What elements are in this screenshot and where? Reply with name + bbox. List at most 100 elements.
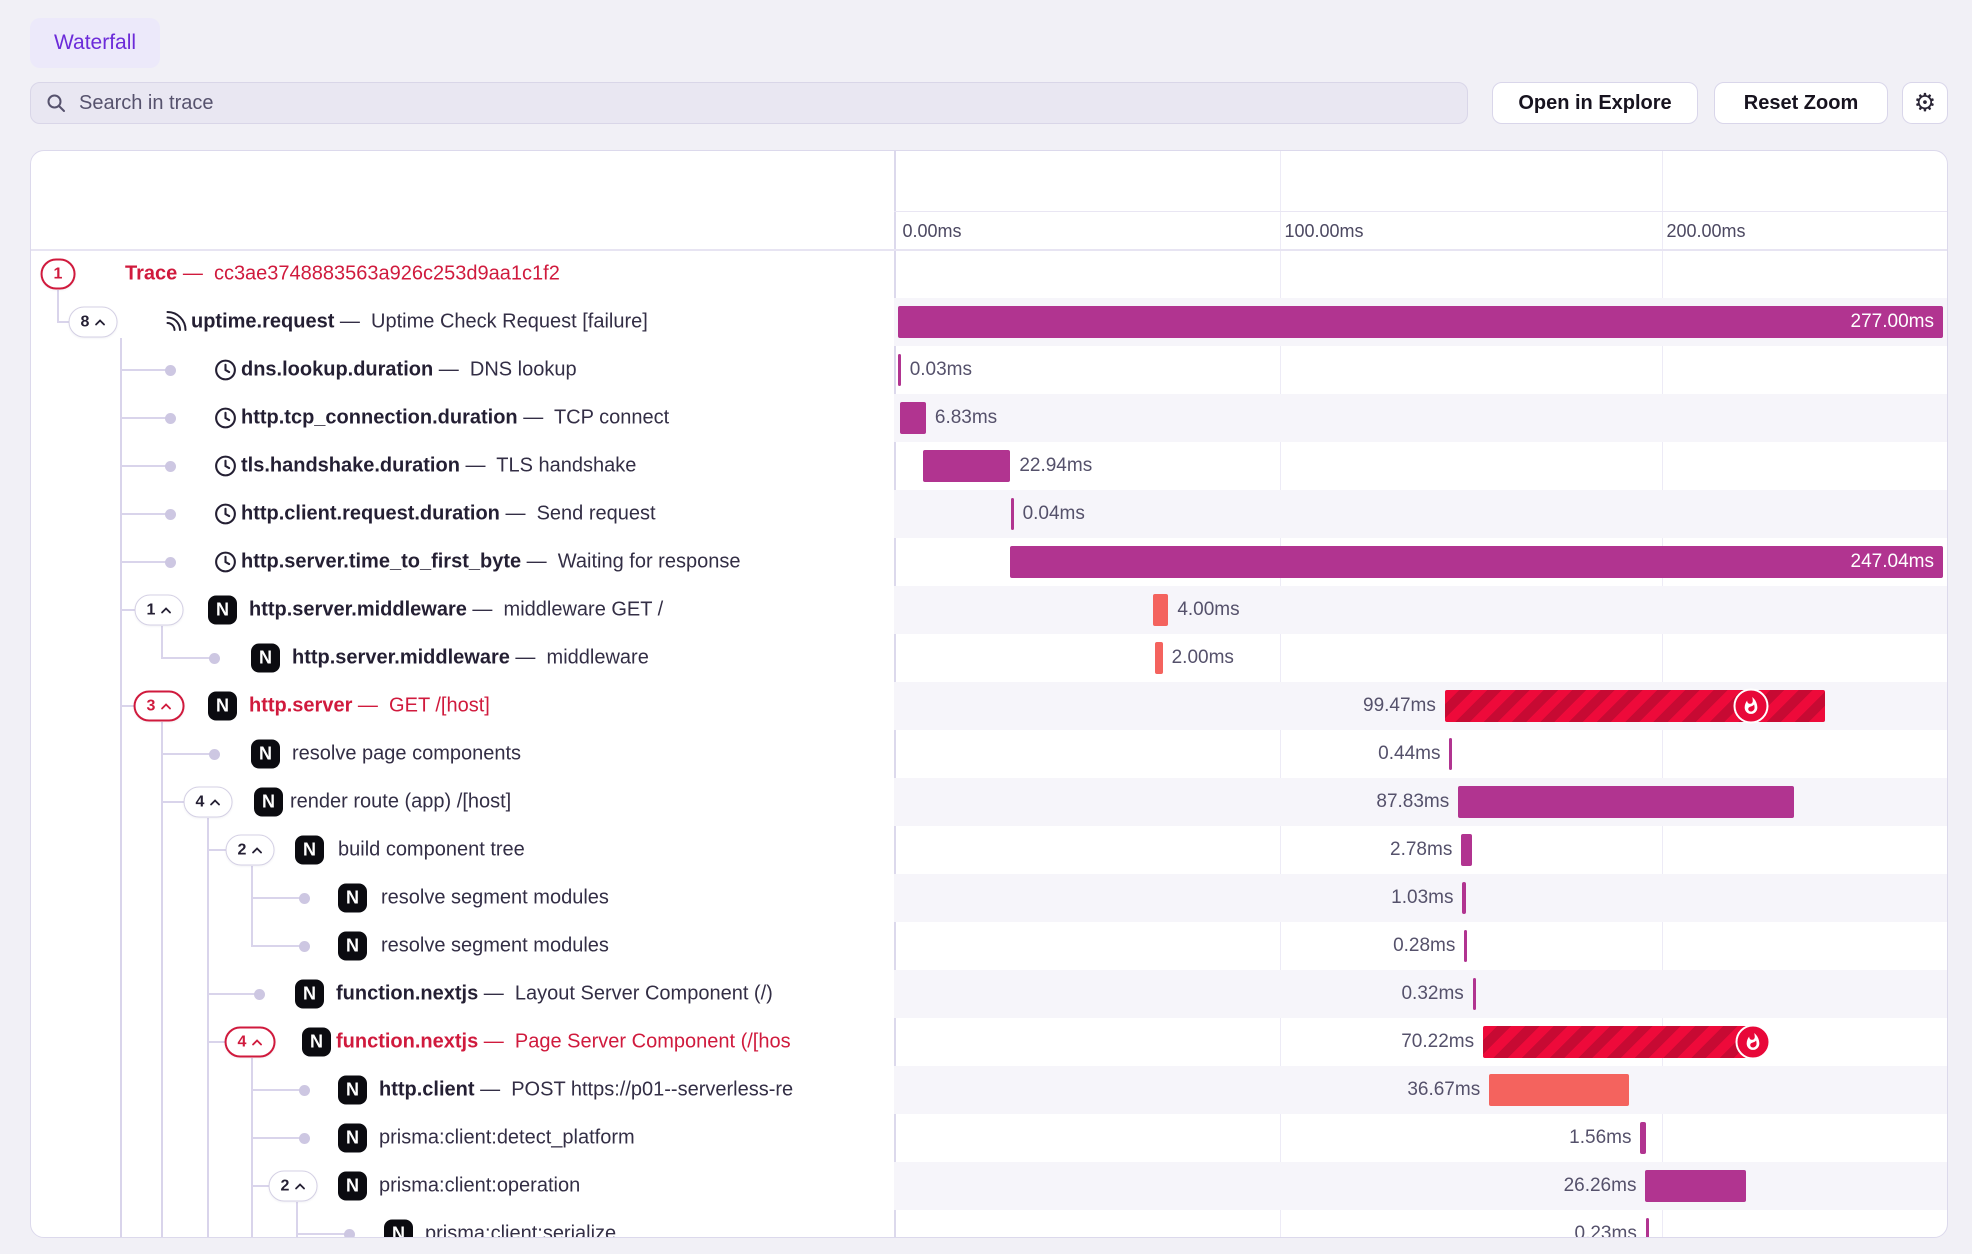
waterfall-row[interactable]: 1.56ms — [894, 1114, 1947, 1162]
span-duration-bar[interactable] — [923, 450, 1011, 482]
span-duration-bar[interactable] — [1646, 1218, 1649, 1238]
span-duration-bar[interactable] — [900, 402, 926, 434]
span-duration-bar[interactable] — [1473, 978, 1476, 1010]
span-icon-slot: N — [302, 1028, 331, 1057]
waterfall-row[interactable]: 0.04ms — [894, 490, 1947, 538]
badge-count: 8 — [81, 313, 90, 331]
settings-button[interactable]: ⚙ — [1902, 82, 1948, 124]
span-duration-bar[interactable] — [1462, 882, 1466, 914]
nextjs-icon: N — [338, 1172, 367, 1201]
waterfall-row[interactable] — [894, 250, 1947, 298]
duration-label: 0.04ms — [1023, 503, 1085, 525]
span-duration-bar[interactable] — [1153, 594, 1168, 626]
span-title: http.client.request.duration — Send requ… — [241, 503, 656, 526]
tree-leaf-dot — [165, 413, 176, 424]
span-tree-row[interactable]: dns.lookup.duration — DNS lookup — [31, 346, 894, 394]
span-tree-row[interactable]: 8uptime.request — Uptime Check Request [… — [31, 298, 894, 346]
span-count-badge[interactable]: 2 — [226, 835, 275, 866]
span-icon-slot: N — [338, 884, 367, 913]
span-tree-row[interactable]: 1Nhttp.server.middleware — middleware GE… — [31, 586, 894, 634]
span-duration-bar[interactable] — [1449, 738, 1452, 770]
tab-waterfall[interactable]: Waterfall — [30, 18, 160, 68]
span-count-badge[interactable]: 8 — [69, 307, 118, 338]
span-duration-bar[interactable] — [1489, 1074, 1629, 1106]
span-count-badge[interactable]: 4 — [184, 787, 233, 818]
waterfall-row[interactable]: 87.83ms — [894, 778, 1947, 826]
trace-search[interactable] — [30, 82, 1468, 124]
span-count-badge[interactable]: 1 — [135, 595, 184, 626]
span-tree-row[interactable]: Nhttp.server.middleware — middleware — [31, 634, 894, 682]
span-duration-bar[interactable] — [1458, 786, 1794, 818]
waterfall-row[interactable]: 99.47ms — [894, 682, 1947, 730]
span-duration-bar[interactable] — [1461, 834, 1472, 866]
span-tree-row[interactable]: tls.handshake.duration — TLS handshake — [31, 442, 894, 490]
span-count-badge[interactable]: 4 — [225, 1027, 276, 1058]
waterfall-row[interactable]: 247.04ms — [894, 538, 1947, 586]
waterfall-row[interactable]: 26.26ms — [894, 1162, 1947, 1210]
span-tree-row[interactable]: http.tcp_connection.duration — TCP conne… — [31, 394, 894, 442]
span-op-name: function.nextjs — [336, 983, 478, 1005]
span-tree-row[interactable]: 1Trace — cc3ae3748883563a926c253d9aa1c1f… — [31, 250, 894, 298]
separator: — — [518, 407, 554, 429]
duration-label: 0.32ms — [1401, 983, 1463, 1005]
separator: — — [478, 983, 515, 1005]
span-tree-row[interactable]: 2Nprisma:client:operation — [31, 1162, 894, 1210]
span-duration-bar[interactable] — [1640, 1122, 1646, 1154]
span-duration-bar[interactable] — [1155, 642, 1163, 674]
clock-icon — [213, 454, 238, 479]
tree-branch-line — [251, 1137, 305, 1139]
span-icon-slot: N — [338, 1172, 367, 1201]
waterfall-row[interactable]: 22.94ms — [894, 442, 1947, 490]
span-duration-bar[interactable] — [898, 354, 901, 386]
span-duration-bar[interactable] — [1011, 498, 1014, 530]
fire-indicator-icon[interactable] — [1736, 1025, 1771, 1060]
span-count-badge[interactable]: 3 — [134, 691, 185, 722]
span-tree-row[interactable]: 4Nrender route (app) /[host] — [31, 778, 894, 826]
span-tree-row[interactable]: Nhttp.client — POST https://p01--serverl… — [31, 1066, 894, 1114]
reset-zoom-button[interactable]: Reset Zoom — [1714, 82, 1888, 124]
waterfall-row[interactable]: 0.03ms — [894, 346, 1947, 394]
search-input[interactable] — [77, 91, 1453, 116]
span-title: prisma:client:detect_platform — [379, 1127, 635, 1150]
tree-leaf-dot — [165, 509, 176, 520]
waterfall-row[interactable]: 0.44ms — [894, 730, 1947, 778]
waterfall-row[interactable]: 2.00ms — [894, 634, 1947, 682]
span-count-badge[interactable]: 1 — [41, 259, 76, 290]
waterfall-row[interactable]: 36.67ms — [894, 1066, 1947, 1114]
nextjs-icon: N — [208, 692, 237, 721]
waterfall-row[interactable]: 0.28ms — [894, 922, 1947, 970]
waterfall-row[interactable]: 1.03ms — [894, 874, 1947, 922]
waterfall-row[interactable]: 4.00ms — [894, 586, 1947, 634]
span-tree-row[interactable]: Nresolve segment modules — [31, 922, 894, 970]
span-count-badge[interactable]: 2 — [269, 1171, 318, 1202]
span-duration-bar[interactable] — [1645, 1170, 1745, 1202]
span-op-name: uptime.request — [191, 311, 334, 333]
span-icon-slot — [213, 358, 238, 383]
waterfall-row[interactable]: 70.22ms — [894, 1018, 1947, 1066]
span-title: tls.handshake.duration — TLS handshake — [241, 455, 636, 478]
duration-label: 1.56ms — [1569, 1127, 1631, 1149]
waterfall-row[interactable]: 2.78ms — [894, 826, 1947, 874]
span-description: Send request — [537, 503, 656, 525]
span-tree-row[interactable]: Nresolve segment modules — [31, 874, 894, 922]
tree-leaf-dot — [299, 893, 310, 904]
tree-branch-line — [251, 1089, 305, 1091]
open-in-explore-button[interactable]: Open in Explore — [1492, 82, 1698, 124]
span-tree-row[interactable]: 2Nbuild component tree — [31, 826, 894, 874]
span-icon-slot: N — [338, 1076, 367, 1105]
waterfall-row[interactable]: 6.83ms — [894, 394, 1947, 442]
span-tree-row[interactable]: Nprisma:client:detect_platform — [31, 1114, 894, 1162]
span-duration-bar[interactable] — [1464, 930, 1467, 962]
span-tree-row[interactable]: Nresolve page components — [31, 730, 894, 778]
waterfall-row[interactable]: 0.23ms — [894, 1210, 1947, 1238]
span-tree-row[interactable]: 3Nhttp.server — GET /[host] — [31, 682, 894, 730]
waterfall-row[interactable]: 277.00ms — [894, 298, 1947, 346]
span-tree-row[interactable]: http.client.request.duration — Send requ… — [31, 490, 894, 538]
span-tree-row[interactable]: Nfunction.nextjs — Layout Server Compone… — [31, 970, 894, 1018]
span-tree-row[interactable]: http.server.time_to_first_byte — Waiting… — [31, 538, 894, 586]
span-tree-row[interactable]: 4Nfunction.nextjs — Page Server Componen… — [31, 1018, 894, 1066]
span-duration-bar[interactable] — [1483, 1026, 1751, 1058]
waterfall-row[interactable]: 0.32ms — [894, 970, 1947, 1018]
span-tree-row[interactable]: Nprisma:client:serialize — [31, 1210, 894, 1238]
fire-indicator-icon[interactable] — [1734, 689, 1769, 724]
